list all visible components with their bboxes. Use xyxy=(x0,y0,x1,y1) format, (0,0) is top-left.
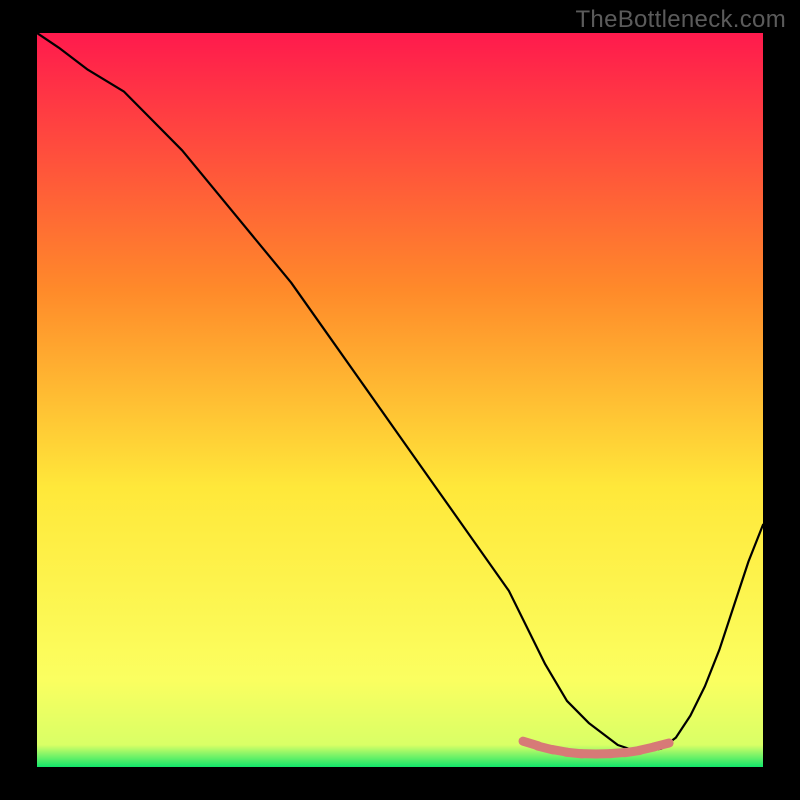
plot-area xyxy=(37,33,763,767)
plot-svg xyxy=(37,33,763,767)
optimal-band-dot xyxy=(654,743,670,747)
chart-frame: TheBottleneck.com xyxy=(0,0,800,800)
gradient-background xyxy=(37,33,763,767)
watermark-text: TheBottleneck.com xyxy=(575,6,786,34)
